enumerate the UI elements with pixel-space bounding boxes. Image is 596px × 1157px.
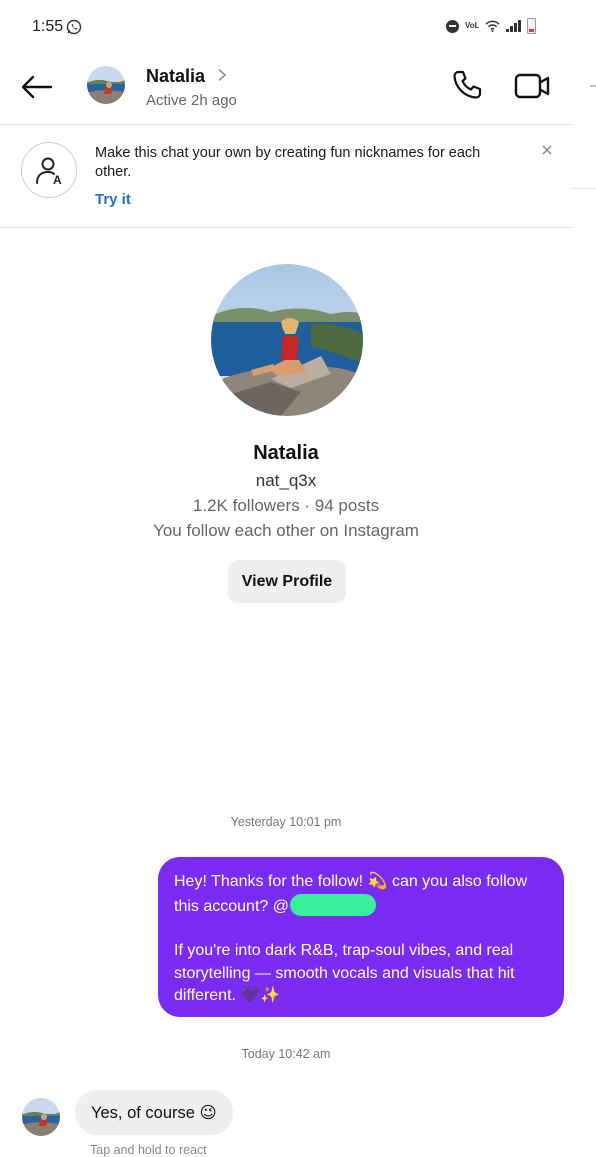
contact-avatar[interactable] [87, 66, 125, 104]
edge-divider [572, 188, 596, 189]
react-hint: Tap and hold to react [90, 1143, 207, 1157]
battery-low-icon [526, 18, 536, 34]
svg-text:A: A [53, 173, 62, 187]
phone-call-icon[interactable] [450, 68, 484, 102]
black-heart-emoji: 🖤 [240, 987, 261, 1004]
outgoing-message-bubble[interactable]: Hey! Thanks for the follow! 💫 can you al… [158, 857, 564, 1017]
status-time: 1:55 [32, 18, 64, 35]
message-timestamp: Yesterday 10:01 pm [230, 815, 342, 829]
active-status: Active 2h ago [146, 92, 237, 109]
try-it-link[interactable]: Try it [95, 191, 131, 208]
mutual-follow-text: You follow each other on Instagram [153, 521, 419, 540]
incoming-message-bubble[interactable]: Yes, of course 😉 [75, 1090, 233, 1135]
wifi-icon [485, 20, 500, 32]
back-arrow-icon[interactable] [20, 72, 54, 102]
chevron-right-icon[interactable] [217, 68, 227, 82]
nickname-person-icon: A [21, 142, 77, 198]
profile-handle: nat_q3x [255, 471, 317, 490]
whatsapp-icon [66, 19, 82, 35]
signal-icon [506, 20, 521, 32]
redacted-handle [289, 893, 376, 916]
volte-icon: VoLTE [465, 22, 479, 30]
message-text: If you're into dark R&B, trap-soul vibes… [174, 942, 515, 1004]
sender-avatar[interactable] [22, 1098, 60, 1136]
do-not-disturb-icon [446, 19, 459, 33]
header-divider [0, 124, 572, 125]
close-icon[interactable] [541, 144, 553, 156]
view-profile-button[interactable]: View Profile [228, 560, 346, 603]
banner-divider [0, 227, 572, 228]
sparkles-emoji: ✨ [260, 987, 281, 1004]
video-call-icon[interactable] [513, 70, 551, 102]
status-icons: VoLTE [446, 18, 536, 34]
nickname-banner-text: Make this chat your own by creating fun … [95, 145, 481, 180]
message-timestamp: Today 10:42 am [241, 1047, 331, 1061]
profile-stats: 1.2K followers · 94 posts [192, 496, 380, 515]
overflow-hint-icon [590, 85, 596, 87]
contact-name[interactable]: Natalia [146, 66, 205, 87]
profile-name: Natalia [253, 442, 319, 464]
profile-photo[interactable] [211, 264, 363, 416]
